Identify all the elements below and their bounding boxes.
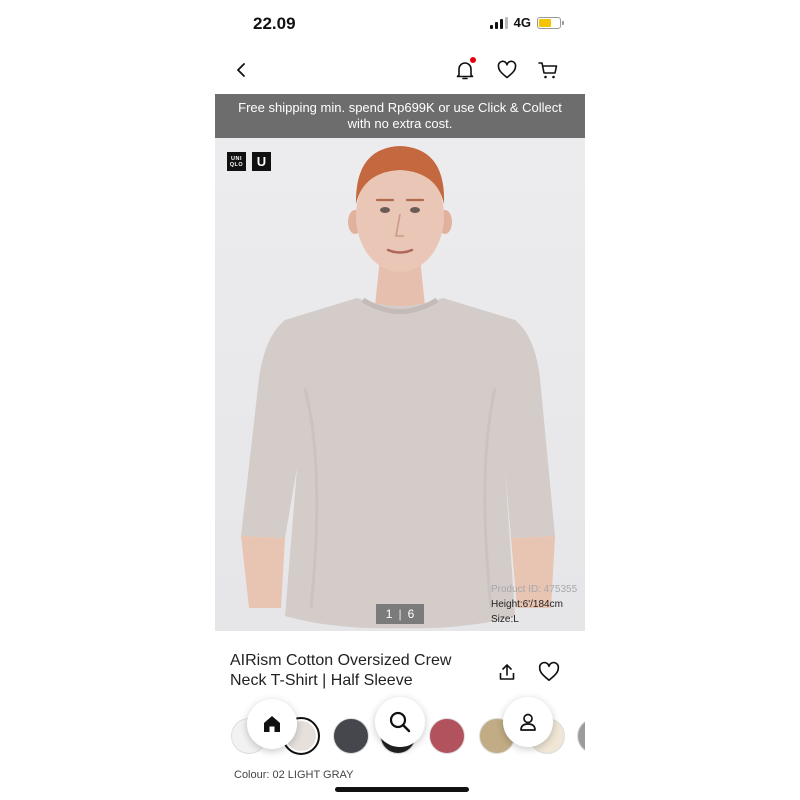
home-indicator[interactable] bbox=[335, 787, 469, 792]
image-counter: 1 | 6 bbox=[376, 604, 424, 624]
heart-icon bbox=[538, 661, 560, 681]
product-image-carousel[interactable]: UNI QLO U Product ID: 475355 Height:6'/18… bbox=[215, 138, 585, 631]
heart-icon bbox=[497, 60, 517, 79]
color-swatch-gray[interactable] bbox=[577, 718, 585, 754]
battery-icon bbox=[537, 16, 564, 29]
model-height-text: Height:6'/184cm bbox=[491, 599, 563, 610]
shipping-banner[interactable]: Free shipping min. spend Rp699K or use C… bbox=[215, 94, 585, 138]
status-icons: 4G bbox=[489, 15, 564, 30]
wishlist-button[interactable] bbox=[537, 660, 561, 684]
product-photo bbox=[241, 146, 555, 629]
counter-separator: | bbox=[398, 607, 402, 621]
user-icon bbox=[520, 713, 536, 731]
chevron-left-icon bbox=[237, 63, 245, 77]
home-icon bbox=[264, 716, 280, 732]
notifications-button[interactable] bbox=[453, 57, 477, 82]
color-swatch-dark-gray[interactable] bbox=[333, 718, 369, 754]
phone-screen: 22.09 4G Free shipping min. spend Rp699K… bbox=[215, 0, 585, 800]
status-time: 22.09 bbox=[253, 14, 296, 33]
network-label: 4G bbox=[513, 15, 531, 30]
notification-dot bbox=[470, 57, 476, 63]
search-tab-button[interactable] bbox=[375, 697, 425, 747]
uniqlo-logo: UNI QLO bbox=[227, 152, 246, 171]
color-swatch-red[interactable] bbox=[429, 718, 465, 754]
selected-colour-label: Colour: 02 LIGHT GRAY bbox=[234, 769, 354, 781]
signal-icon bbox=[489, 16, 508, 29]
search-icon bbox=[389, 711, 411, 733]
share-button[interactable] bbox=[495, 660, 519, 684]
favorites-button[interactable] bbox=[495, 58, 519, 82]
model-info: Product ID: 475355 Height:6'/184cm Size:… bbox=[491, 582, 577, 627]
share-icon bbox=[499, 664, 515, 680]
battery-level bbox=[539, 18, 551, 27]
cart-icon bbox=[538, 62, 558, 79]
image-total: 6 bbox=[407, 607, 415, 621]
uniqlo-u-logo: U bbox=[252, 152, 271, 171]
account-tab-button[interactable] bbox=[503, 697, 553, 747]
image-index: 1 bbox=[385, 607, 393, 621]
home-tab-button[interactable] bbox=[247, 699, 297, 749]
top-nav bbox=[215, 50, 585, 88]
model-size-text: Size:L bbox=[491, 614, 519, 625]
product-id-text: Product ID: 475355 bbox=[491, 584, 578, 595]
cart-button[interactable] bbox=[536, 58, 560, 82]
product-title: AIRism Cotton Oversized Crew Neck T-Shir… bbox=[230, 652, 452, 689]
back-button[interactable] bbox=[229, 58, 253, 82]
